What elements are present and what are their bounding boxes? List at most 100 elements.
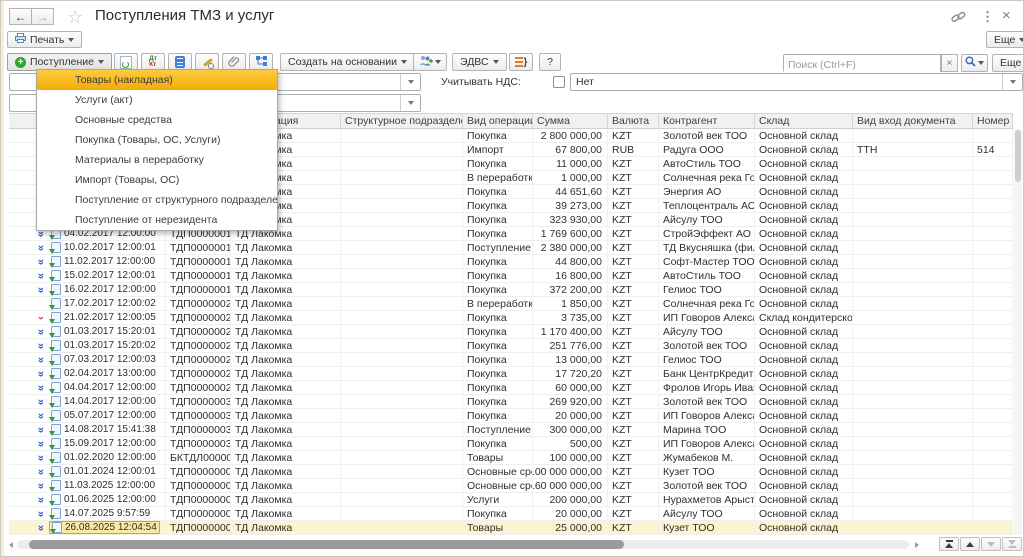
- menu-item[interactable]: Поступление от нерезидента: [37, 210, 277, 230]
- table-row[interactable]: «15.02.2017 12:00:01ТДП00000018ТД Лакомк…: [9, 269, 1013, 283]
- scroll-right-arrow-icon[interactable]: [915, 542, 919, 548]
- table-row[interactable]: «01.03.2017 15:20:01ТДП00000024ТД Лакомк…: [9, 325, 1013, 339]
- sum-cell: 44 800,00: [533, 255, 608, 268]
- go-last-button[interactable]: [1002, 537, 1022, 551]
- vat-label: Учитывать НДС:: [441, 76, 521, 88]
- table-row[interactable]: «01.06.2025 12:00:00ТДП00000004ТД Лакомк…: [9, 493, 1013, 507]
- report-button[interactable]: }: [509, 53, 533, 71]
- organization-cell: ТД Лакомка: [231, 437, 341, 450]
- table-row[interactable]: «01.03.2017 15:20:02ТДП00000025ТД Лакомк…: [9, 339, 1013, 353]
- more-button-list[interactable]: Еще: [992, 54, 1024, 72]
- table-row[interactable]: «05.07.2017 12:00:00ТДП00000034ТД Лакомк…: [9, 409, 1013, 423]
- contragent-cell: ИП Говоров Алексан...: [659, 409, 755, 422]
- create-on-basis-button[interactable]: Создать на основании: [280, 53, 415, 71]
- horizontal-scrollbar[interactable]: [17, 540, 909, 549]
- table-row[interactable]: «26.08.2025 12:04:54ТДП00000006ТД Лакомк…: [9, 521, 1013, 535]
- sum-cell: 17 720,20: [533, 367, 608, 380]
- incoming-doc-kind-cell: [853, 367, 973, 380]
- currency-cell: KZT: [608, 395, 659, 408]
- page-up-button[interactable]: [960, 537, 980, 551]
- contragent-cell: Софт-Мастер ТОО: [659, 255, 755, 268]
- column-header[interactable]: Контрагент: [659, 114, 755, 128]
- table-row[interactable]: «01.01.2024 12:00:01ТДП00000001ТД Лакомк…: [9, 465, 1013, 479]
- incoming-doc-number-cell: [973, 297, 1013, 310]
- forward-button[interactable]: →: [31, 8, 54, 25]
- column-header[interactable]: Валюта: [608, 114, 659, 128]
- print-button[interactable]: Печать: [7, 31, 82, 48]
- sum-cell: 11 000,00: [533, 157, 608, 170]
- page-down-button[interactable]: [981, 537, 1001, 551]
- document-icon: [51, 368, 61, 379]
- organization-cell: ТД Лакомка: [231, 269, 341, 282]
- menu-item[interactable]: Импорт (Товары, ОС): [37, 170, 277, 190]
- document-icon: [51, 396, 61, 407]
- vertical-scrollbar-thumb[interactable]: [1015, 130, 1021, 182]
- warehouse-cell: Основной склад: [755, 507, 853, 520]
- contragent-cell: Золотой век ТОО: [659, 339, 755, 352]
- incoming-doc-number-cell: [973, 423, 1013, 436]
- document-date-cell: 01.01.2024 12:00:01: [49, 465, 158, 478]
- close-icon[interactable]: ×: [1002, 7, 1011, 24]
- favorite-star-icon[interactable]: ☆: [67, 7, 83, 28]
- menu-item[interactable]: Поступление от структурного подразделени…: [37, 190, 277, 210]
- back-button[interactable]: ←: [9, 8, 32, 25]
- incoming-doc-number-cell: [973, 129, 1013, 142]
- link-icon[interactable]: [951, 10, 966, 27]
- people-plus-button[interactable]: [413, 53, 447, 71]
- more-button-top[interactable]: Еще: [986, 31, 1024, 48]
- column-header[interactable]: Вид операции: [463, 114, 533, 128]
- column-header[interactable]: Номер вх: [973, 114, 1013, 128]
- column-header[interactable]: Сумма: [533, 114, 608, 128]
- table-row[interactable]: «01.02.2020 12:00:00БКТДЛ000001ТД Лакомк…: [9, 451, 1013, 465]
- table-row[interactable]: «14.08.2017 15:41:38ТДП00000032ТД Лакомк…: [9, 423, 1013, 437]
- document-icon: [51, 256, 61, 267]
- menu-item[interactable]: Материалы в переработку: [37, 150, 277, 170]
- scroll-left-arrow-icon[interactable]: [9, 542, 13, 548]
- table-row[interactable]: «15.09.2017 12:00:00ТДП00000033ТД Лакомк…: [9, 437, 1013, 451]
- operation-type-cell: Покупка: [463, 255, 533, 268]
- subdivision-cell: [341, 199, 463, 212]
- document-icon: [51, 480, 61, 491]
- document-date: 14.07.2025 9:57:59: [64, 508, 150, 519]
- menu-item[interactable]: Товары (накладная): [37, 70, 277, 90]
- operation-type-cell: Покупка: [463, 381, 533, 394]
- table-row[interactable]: ‹21.02.2017 12:00:05ТДП00000022ТД Лакомк…: [9, 311, 1013, 325]
- table-row[interactable]: «11.02.2017 12:00:00ТДП00000017ТД Лакомк…: [9, 255, 1013, 269]
- column-header[interactable]: Склад: [755, 114, 853, 128]
- incoming-doc-kind-cell: [853, 255, 973, 268]
- vat-checkbox[interactable]: [553, 76, 565, 88]
- edvs-button[interactable]: ЭДВС: [452, 53, 507, 71]
- go-first-button[interactable]: [939, 537, 959, 551]
- sum-cell: 20 000,00: [533, 409, 608, 422]
- window-menu-dots-icon[interactable]: ⋮: [981, 9, 994, 25]
- column-header[interactable]: Структурное подразделение: [341, 114, 463, 128]
- operation-type-cell: Покупка: [463, 213, 533, 226]
- search-clear-button[interactable]: ×: [941, 54, 958, 72]
- table-row[interactable]: «14.04.2017 12:00:00ТДП00000031ТД Лакомк…: [9, 395, 1013, 409]
- table-row[interactable]: «07.03.2017 12:00:03ТДП00000023ТД Лакомк…: [9, 353, 1013, 367]
- table-row[interactable]: «14.07.2025 9:57:59ТДП00000001ТД Лакомка…: [9, 507, 1013, 521]
- table-row[interactable]: «04.04.2017 12:00:00ТДП00000026ТД Лакомк…: [9, 381, 1013, 395]
- menu-item[interactable]: Услуги (акт): [37, 90, 277, 110]
- column-header[interactable]: Вид вход документа: [853, 114, 973, 128]
- table-row[interactable]: «02.04.2017 13:00:00ТДП00000027ТД Лакомк…: [9, 367, 1013, 381]
- incoming-doc-kind-cell: [853, 423, 973, 436]
- print-caret-icon: [68, 38, 74, 42]
- search-input[interactable]: [784, 57, 940, 73]
- table-row[interactable]: 17.02.2017 12:00:02ТДП00000021ТД Лакомка…: [9, 297, 1013, 311]
- organization-cell: ТД Лакомка: [231, 479, 341, 492]
- horizontal-scrollbar-thumb[interactable]: [29, 540, 624, 549]
- subdivision-cell: [341, 241, 463, 254]
- help-button[interactable]: ?: [539, 53, 561, 71]
- vertical-scrollbar[interactable]: [1014, 129, 1022, 535]
- subdivision-cell: [341, 157, 463, 170]
- document-date-cell: 05.07.2017 12:00:00: [49, 409, 158, 422]
- menu-item[interactable]: Основные средства: [37, 110, 277, 130]
- table-row[interactable]: «10.02.2017 12:00:01ТДП00000016ТД Лакомк…: [9, 241, 1013, 255]
- search-button[interactable]: [961, 54, 988, 72]
- incoming-doc-kind-cell: [853, 521, 973, 534]
- vat-combo[interactable]: Нет: [570, 73, 1023, 91]
- table-row[interactable]: «11.03.2025 12:00:00ТДП00000002ТД Лакомк…: [9, 479, 1013, 493]
- menu-item[interactable]: Покупка (Товары, ОС, Услуги): [37, 130, 277, 150]
- table-row[interactable]: «16.02.2017 12:00:00ТДП00000019ТД Лакомк…: [9, 283, 1013, 297]
